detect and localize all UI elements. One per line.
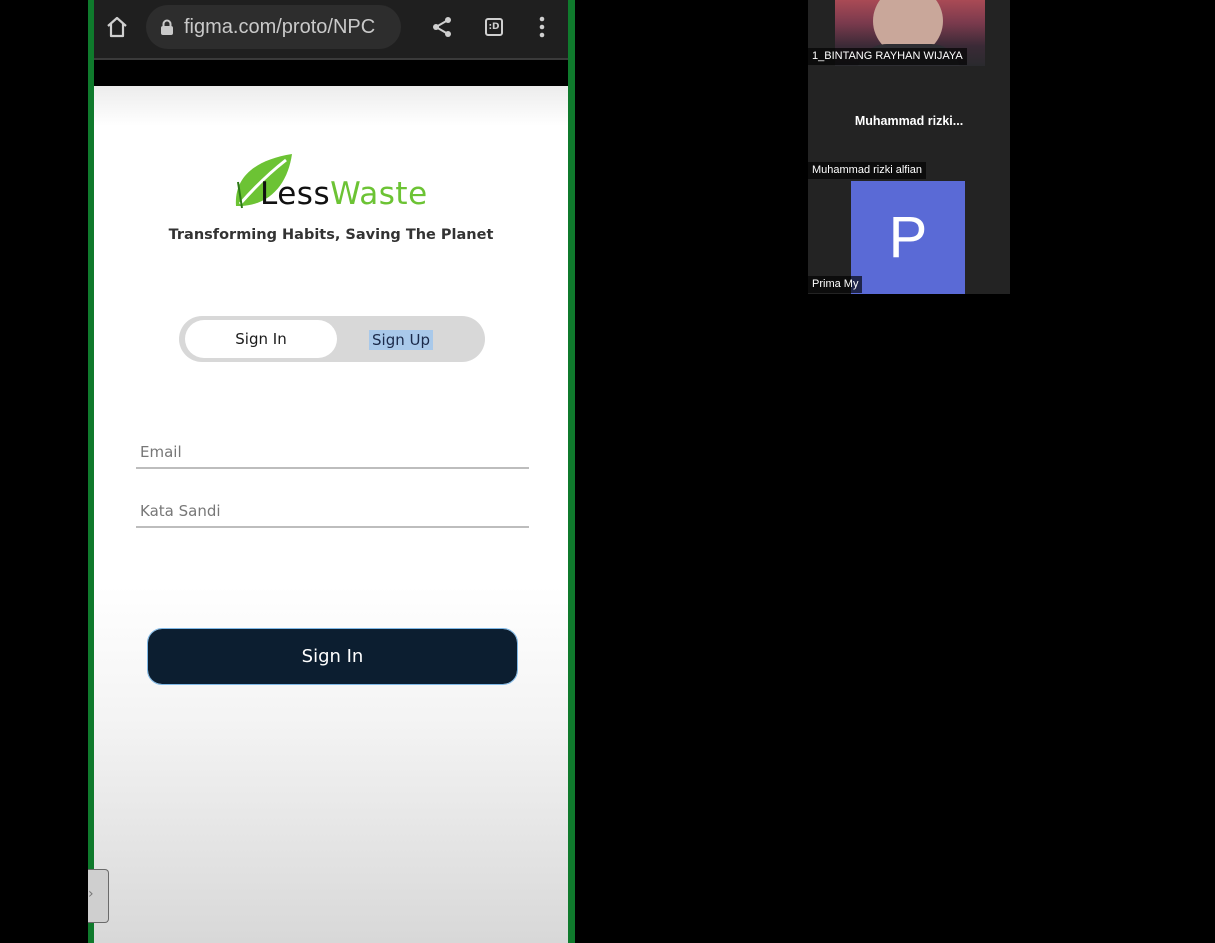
password-field[interactable]: Kata Sandi <box>136 502 529 528</box>
tab-count: :D <box>485 18 503 36</box>
share-icon[interactable] <box>428 13 456 41</box>
share-border-right <box>568 0 575 943</box>
brand-wordmark: LessWaste <box>260 176 428 212</box>
browser-toolbar: figma.com/proto/NPC :D <box>94 0 568 58</box>
participant-tile-title: Muhammad rizki... <box>854 114 964 128</box>
more-menu-icon[interactable] <box>530 13 554 41</box>
participant-name-tag: 1_BINTANG RAYHAN WIJAYA <box>808 48 967 65</box>
brand-waste: Waste <box>330 176 428 212</box>
chevron-right-icon: › <box>88 886 94 902</box>
password-placeholder: Kata Sandi <box>140 502 221 520</box>
avatar[interactable]: P <box>851 181 965 294</box>
tab-switcher-icon[interactable]: :D <box>480 13 508 41</box>
address-bar[interactable]: figma.com/proto/NPC <box>146 5 401 49</box>
url-text: figma.com/proto/NPC <box>184 15 376 38</box>
auth-mode-toggle: Sign In Sign Up <box>179 316 485 362</box>
toggle-sign-up[interactable]: Sign Up <box>369 330 433 350</box>
brand-less: Less <box>260 176 331 212</box>
participant-name-tag: Muhammad rizki alfian <box>808 162 927 179</box>
sign-in-button[interactable]: Sign In <box>147 628 518 685</box>
lock-icon <box>160 19 174 35</box>
email-placeholder: Email <box>140 443 182 461</box>
home-icon[interactable] <box>102 12 132 42</box>
app-screen: LessWaste Transforming Habits, Saving Th… <box>94 86 568 943</box>
status-strip <box>94 60 568 86</box>
toggle-sign-in[interactable]: Sign In <box>185 320 337 358</box>
tagline: Transforming Habits, Saving The Planet <box>168 227 494 243</box>
participants-panel: 1_BINTANG RAYHAN WIJAYA Muhammad rizki..… <box>808 0 1010 294</box>
side-panel-handle[interactable]: › <box>88 869 109 923</box>
lesswaste-logo: LessWaste <box>232 152 442 218</box>
email-field[interactable]: Email <box>136 443 529 469</box>
participant-name-tag: Prima My <box>808 276 863 293</box>
